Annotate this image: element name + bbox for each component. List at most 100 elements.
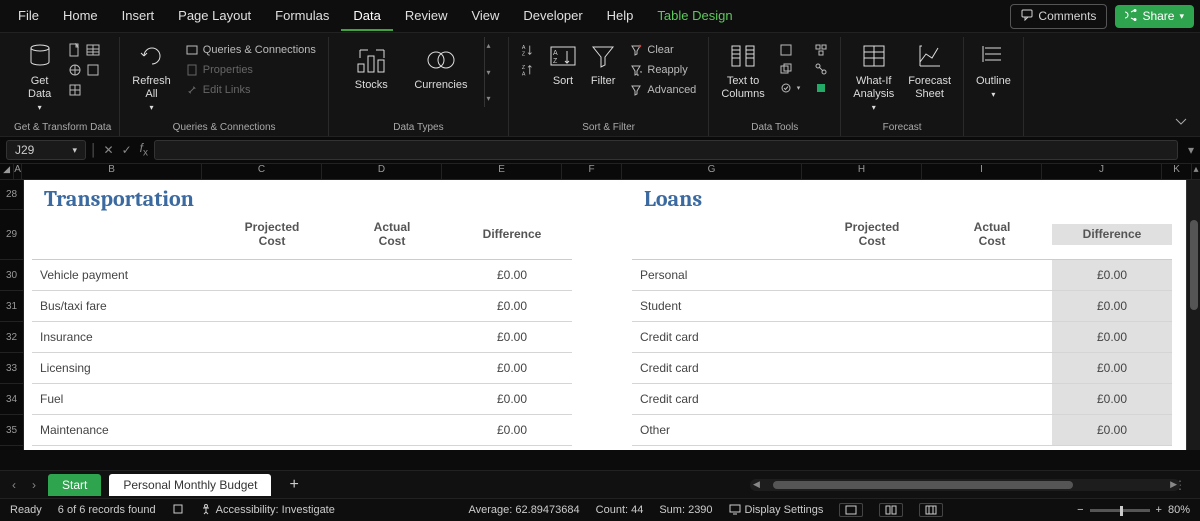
row-header-35[interactable]: 35 — [0, 415, 23, 446]
manage-data-model-button[interactable] — [810, 79, 832, 97]
hscroll-thumb[interactable] — [773, 481, 1073, 489]
cell[interactable] — [332, 322, 452, 352]
table-row[interactable]: Personal£0.00 — [632, 260, 1172, 291]
name-box[interactable]: J29 ▾ — [6, 140, 86, 160]
cell[interactable] — [212, 415, 332, 445]
view-page-break-button[interactable] — [919, 503, 943, 517]
cell[interactable] — [212, 260, 332, 290]
table-row[interactable]: Fuel£0.00 — [32, 384, 572, 415]
macro-record-icon[interactable] — [172, 503, 184, 518]
forecast-sheet-button[interactable]: Forecast Sheet — [904, 37, 955, 103]
formula-expand-button[interactable]: ▾ — [1182, 143, 1194, 157]
remove-duplicates-button[interactable] — [775, 60, 805, 78]
outline-button[interactable]: Outline ▾ — [972, 37, 1015, 102]
cell[interactable]: Vehicle payment — [32, 260, 212, 290]
consolidate-button[interactable] — [810, 41, 832, 59]
cell[interactable] — [332, 415, 452, 445]
table-row[interactable]: Vehicle payment £0.00 — [32, 260, 572, 291]
cell[interactable]: Insurance — [32, 322, 212, 352]
menu-review[interactable]: Review — [393, 2, 460, 31]
menu-view[interactable]: View — [459, 2, 511, 31]
cell[interactable] — [932, 415, 1052, 445]
cell[interactable]: Licensing — [32, 353, 212, 383]
spreadsheet-cells[interactable]: TransportationProjected CostActual CostD… — [24, 180, 1186, 450]
cell[interactable] — [212, 322, 332, 352]
queries-connections-button[interactable]: Queries & Connections — [181, 41, 320, 59]
col-header-G[interactable]: G — [622, 164, 802, 179]
table-row[interactable]: Licensing £0.00 — [32, 353, 572, 384]
cell[interactable]: £0.00 — [1052, 384, 1172, 414]
select-all-corner[interactable]: ◢ — [0, 164, 14, 179]
col-header-A[interactable]: A — [14, 164, 22, 179]
cell[interactable] — [332, 291, 452, 321]
properties-button[interactable]: Properties — [181, 61, 320, 79]
menu-table-design[interactable]: Table Design — [645, 2, 744, 31]
cell[interactable]: Personal — [632, 260, 812, 290]
enter-formula-button[interactable]: ✓ — [120, 143, 134, 157]
cell[interactable]: £0.00 — [1052, 415, 1172, 445]
cell[interactable]: £0.00 — [452, 260, 572, 290]
menu-page-layout[interactable]: Page Layout — [166, 2, 263, 31]
col-header-J[interactable]: J — [1042, 164, 1162, 179]
cell[interactable]: £0.00 — [1052, 353, 1172, 383]
fx-button[interactable]: fx — [138, 141, 150, 158]
cell[interactable] — [212, 384, 332, 414]
advanced-button[interactable]: Advanced — [625, 81, 700, 99]
cell[interactable] — [332, 353, 452, 383]
cell[interactable]: £0.00 — [452, 291, 572, 321]
cell[interactable]: £0.00 — [1052, 291, 1172, 321]
table-row[interactable]: Credit card £0.00 — [632, 322, 1172, 353]
col-header-I[interactable]: I — [922, 164, 1042, 179]
menu-file[interactable]: File — [6, 2, 51, 31]
table-row[interactable]: Insurance £0.00 — [32, 322, 572, 353]
get-data-button[interactable]: Get Data ▾ — [22, 37, 58, 115]
cancel-formula-button[interactable]: ✕ — [102, 143, 116, 157]
cell[interactable] — [332, 384, 452, 414]
add-sheet-button[interactable]: + — [279, 476, 308, 494]
menu-home[interactable]: Home — [51, 2, 110, 31]
tab-personal-monthly-budget[interactable]: Personal Monthly Budget — [109, 474, 271, 496]
cell[interactable]: £0.00 — [452, 415, 572, 445]
cell[interactable]: Credit card — [632, 322, 812, 352]
sort-button[interactable]: AZ Sort — [545, 37, 581, 90]
relationships-button[interactable] — [810, 60, 832, 78]
cell[interactable] — [932, 291, 1052, 321]
col-header-F[interactable]: F — [562, 164, 622, 179]
refresh-all-button[interactable]: Refresh All ▾ — [128, 37, 175, 115]
scroll-thumb[interactable] — [1190, 220, 1198, 310]
clear-button[interactable]: Clear — [625, 41, 700, 59]
zoom-out-button[interactable]: − — [1077, 504, 1083, 516]
cell[interactable]: Credit card — [632, 384, 812, 414]
from-table-button[interactable] — [64, 81, 104, 99]
col-header-H[interactable]: H — [802, 164, 922, 179]
menu-developer[interactable]: Developer — [511, 2, 594, 31]
cell[interactable]: £0.00 — [1052, 322, 1172, 352]
col-header-D[interactable]: D — [322, 164, 442, 179]
comments-button[interactable]: Comments — [1010, 4, 1107, 29]
cell[interactable]: £0.00 — [452, 353, 572, 383]
cell[interactable]: £0.00 — [452, 322, 572, 352]
table-row[interactable]: Student£0.00 — [632, 291, 1172, 322]
stocks-button[interactable]: Stocks — [350, 41, 392, 94]
row-header-33[interactable]: 33 — [0, 353, 23, 384]
zoom-value[interactable]: 80% — [1168, 504, 1190, 516]
edit-links-button[interactable]: Edit Links — [181, 81, 320, 99]
scroll-up-button[interactable]: ▴ — [1192, 164, 1200, 179]
table-row[interactable]: Other £0.00 — [632, 415, 1172, 446]
cell[interactable] — [212, 291, 332, 321]
status-accessibility[interactable]: Accessibility: Investigate — [216, 504, 335, 516]
table-row[interactable]: Maintenance£0.00 — [32, 415, 572, 446]
data-validation-button[interactable]: ▾ — [775, 79, 805, 97]
cell[interactable]: Other — [632, 415, 812, 445]
currencies-button[interactable]: Currencies — [410, 41, 471, 94]
menu-formulas[interactable]: Formulas — [263, 2, 341, 31]
chevron-down-icon[interactable]: ▾ — [487, 68, 491, 77]
from-text-csv-button[interactable] — [64, 41, 104, 59]
zoom-slider[interactable] — [1090, 509, 1150, 512]
cell[interactable] — [332, 260, 452, 290]
cell[interactable] — [812, 384, 932, 414]
row-header-31[interactable]: 31 — [0, 291, 23, 322]
col-header-E[interactable]: E — [442, 164, 562, 179]
row-header-34[interactable]: 34 — [0, 384, 23, 415]
ribbon-collapse-button[interactable] — [1174, 116, 1188, 130]
